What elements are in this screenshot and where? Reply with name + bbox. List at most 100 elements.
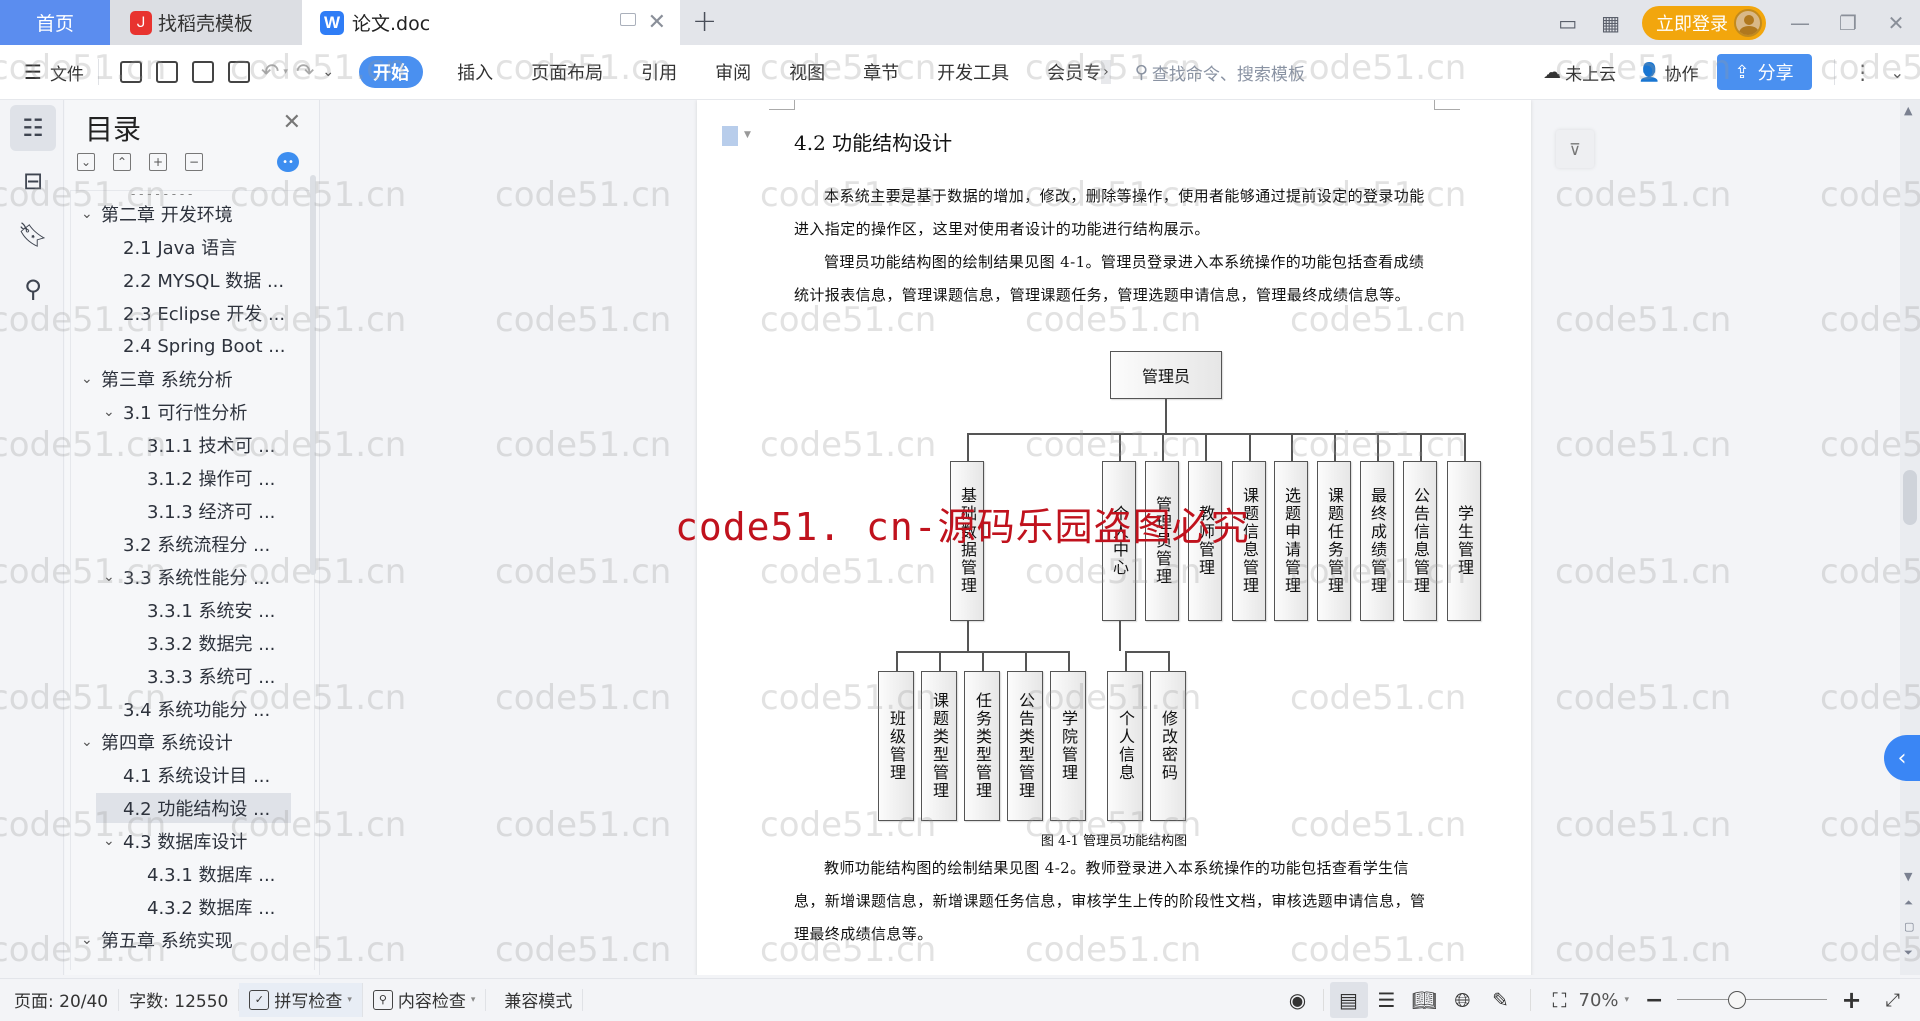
- web-view-icon[interactable]: 🌐︎: [1444, 982, 1482, 1018]
- vertical-scrollbar[interactable]: ▲ ▼ ⏶ ▢ ⏷: [1900, 100, 1920, 975]
- toc-item[interactable]: 4.3.2 数据库 ...: [71, 892, 303, 922]
- restore-icon[interactable]: ❐: [1824, 11, 1872, 35]
- toc-icon[interactable]: ☷: [10, 105, 56, 151]
- toc-item[interactable]: 3.2 系统流程分 ...: [71, 529, 303, 559]
- navigation-pane-icon[interactable]: ⊟: [10, 158, 56, 204]
- chevron-down-icon[interactable]: ⌄: [81, 932, 101, 948]
- file-menu[interactable]: ☰ 文件: [24, 60, 84, 85]
- print-icon[interactable]: [192, 61, 214, 83]
- close-tab-icon[interactable]: ✕: [648, 10, 666, 35]
- toc-item[interactable]: ⌄3.1 可行性分析: [71, 397, 303, 427]
- remove-level-icon[interactable]: −: [185, 153, 203, 171]
- tab-references[interactable]: 引用: [641, 59, 677, 85]
- toc-item[interactable]: ⌄4.3 数据库设计: [71, 826, 303, 856]
- toc-item[interactable]: 4.2 功能结构设 ...: [96, 793, 291, 823]
- zoom-out-icon[interactable]: −: [1645, 988, 1663, 1013]
- tab-home[interactable]: 首页: [0, 0, 110, 45]
- ai-assistant-icon[interactable]: ••: [277, 152, 299, 172]
- toc-item[interactable]: 3.1.3 经济可 ...: [71, 496, 303, 526]
- toc-item[interactable]: ⌄第三章 系统分析: [71, 364, 303, 394]
- zoom-dropdown-icon[interactable]: ▾: [1625, 995, 1630, 1005]
- chevron-down-icon[interactable]: ⌄: [103, 404, 123, 420]
- tab-review[interactable]: 审阅: [715, 59, 751, 85]
- next-page-icon[interactable]: ⏷: [1904, 946, 1913, 960]
- document-page[interactable]: ▼ 4.2 功能结构设计 本系统主要是基于数据的增加，修改，删除等操作，使用者能…: [697, 100, 1531, 975]
- undo-icon[interactable]: ↶: [261, 60, 279, 85]
- share-button[interactable]: ⇪ 分享: [1717, 54, 1812, 90]
- scroll-down-icon[interactable]: ▼: [1904, 870, 1912, 883]
- toc-item[interactable]: 2.4 Spring Boot ...: [71, 331, 303, 361]
- tab-member[interactable]: 会员专: [1047, 59, 1101, 85]
- chevron-down-icon[interactable]: ⌄: [103, 569, 123, 585]
- add-level-icon[interactable]: +: [149, 153, 167, 171]
- minimize-icon[interactable]: —: [1776, 11, 1824, 35]
- login-button[interactable]: 立即登录: [1642, 6, 1766, 40]
- screen-icon[interactable]: [620, 13, 636, 26]
- dropdown-arrow-icon[interactable]: ▼: [744, 130, 751, 140]
- search-icon[interactable]: ⚲: [10, 266, 56, 312]
- toc-item[interactable]: 2.1 Java 语言: [71, 232, 303, 262]
- more-options-icon[interactable]: ⋮: [1853, 60, 1873, 84]
- zoom-slider-knob[interactable]: [1728, 991, 1746, 1009]
- chevron-down-icon[interactable]: ⌄: [81, 371, 101, 387]
- save-icon[interactable]: [120, 61, 142, 83]
- print-preview-icon[interactable]: [228, 61, 250, 83]
- prev-page-icon[interactable]: ⏶: [1904, 896, 1913, 910]
- collaborate-button[interactable]: 👤 协作: [1638, 60, 1698, 85]
- tab-chapter[interactable]: 章节: [863, 59, 899, 85]
- toc-item[interactable]: ⌄第五章 系统实现: [71, 925, 303, 955]
- toc-item[interactable]: 4.3.1 数据库 ...: [71, 859, 303, 889]
- edit-pen-icon[interactable]: ✎: [1482, 982, 1520, 1018]
- zoom-slider[interactable]: [1677, 990, 1827, 1010]
- export-icon[interactable]: [156, 61, 178, 83]
- tab-developer[interactable]: 开发工具: [937, 59, 1009, 85]
- page-view-icon[interactable]: ▤: [1330, 982, 1368, 1018]
- outline-view-icon[interactable]: ☰: [1368, 982, 1406, 1018]
- toc-item[interactable]: 3.3.2 数据完 ...: [71, 628, 303, 658]
- tab-document[interactable]: W 论文.doc ✕: [302, 0, 680, 45]
- toc-item[interactable]: 3.4 系统功能分 ...: [71, 694, 303, 724]
- toc-item[interactable]: 3.3.1 系统安 ...: [71, 595, 303, 625]
- zoom-in-icon[interactable]: +: [1841, 986, 1861, 1014]
- fit-page-icon[interactable]: ⛶: [1541, 982, 1579, 1018]
- new-tab-button[interactable]: +: [692, 4, 717, 39]
- expand-down-icon[interactable]: ⌄: [77, 153, 95, 171]
- toc-item[interactable]: 3.3.3 系统可 ...: [71, 661, 303, 691]
- collapse-ribbon-icon[interactable]: ⌄: [1891, 63, 1904, 82]
- tab-page-layout[interactable]: 页面布局: [531, 59, 603, 85]
- cloud-status-button[interactable]: ☁ 未上云: [1543, 60, 1616, 85]
- apps-grid-icon[interactable]: ▦: [1601, 11, 1620, 35]
- paragraph-format-icon[interactable]: [722, 126, 738, 146]
- filter-icon[interactable]: ⊽: [1556, 130, 1594, 168]
- quick-access-dropdown-icon[interactable]: ⌄: [322, 64, 334, 80]
- select-browse-object-icon[interactable]: ▢: [1904, 920, 1914, 933]
- collapse-up-icon[interactable]: ⌃: [113, 153, 131, 171]
- chevron-down-icon[interactable]: ⌄: [81, 734, 101, 750]
- toc-item[interactable]: ⌄3.3 系统性能分 ...: [71, 562, 303, 592]
- toc-scrollbar[interactable]: [310, 175, 316, 575]
- fullscreen-icon[interactable]: ⤢: [1886, 990, 1900, 1011]
- chevron-down-icon[interactable]: ⌄: [103, 833, 123, 849]
- reading-view-icon[interactable]: 📖︎: [1406, 982, 1444, 1018]
- toc-item[interactable]: 3.1.2 操作可 ...: [71, 463, 303, 493]
- close-icon[interactable]: ✕: [283, 110, 301, 135]
- scrollbar-thumb[interactable]: [1903, 470, 1917, 525]
- command-search-input[interactable]: ⚲ 查找命令、搜索模板: [1135, 60, 1305, 85]
- bookmark-icon[interactable]: 🔖︎: [10, 212, 56, 258]
- spell-check-button[interactable]: ✓ 拼写检查 ▾: [239, 983, 363, 1017]
- toc-item[interactable]: 3.1.1 技术可 ...: [71, 430, 303, 460]
- page-indicator[interactable]: 页面: 20/40: [0, 989, 119, 1011]
- reading-mode-icon[interactable]: ▭: [1558, 11, 1577, 35]
- tab-insert[interactable]: 插入: [457, 59, 493, 85]
- chevron-down-icon[interactable]: ⌄: [81, 206, 101, 222]
- redo-icon[interactable]: ↷: [296, 60, 314, 85]
- toc-item[interactable]: 2.3 Eclipse 开发 ...: [71, 298, 303, 328]
- content-check-button[interactable]: ⚲ 内容检查 ▾: [363, 989, 487, 1011]
- toc-item[interactable]: 4.1 系统设计目 ...: [71, 760, 303, 790]
- eye-protection-icon[interactable]: ◉: [1279, 982, 1317, 1018]
- tab-template[interactable]: ᒍ 找稻壳模板: [110, 0, 302, 45]
- tab-start[interactable]: 开始: [359, 56, 423, 88]
- tab-view[interactable]: 视图: [789, 59, 825, 85]
- close-icon[interactable]: ✕: [1872, 11, 1920, 35]
- word-count[interactable]: 字数: 12550: [119, 989, 239, 1011]
